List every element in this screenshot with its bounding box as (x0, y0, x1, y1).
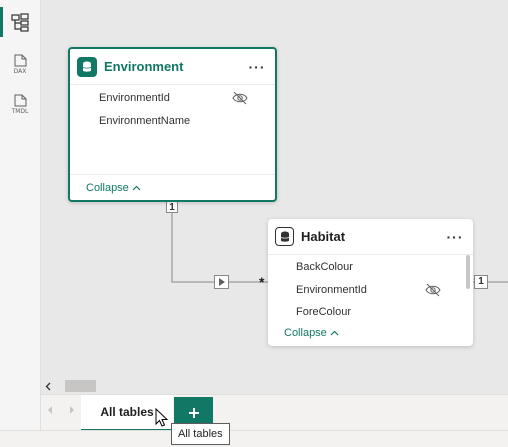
collapse-button[interactable]: Collapse (86, 182, 141, 194)
status-strip (0, 430, 508, 447)
card-title: Environment (104, 59, 184, 74)
scroll-left-arrow-icon[interactable] (41, 378, 55, 394)
chevron-up-icon (330, 330, 339, 336)
tmdl-view-button[interactable]: TMDL (0, 85, 40, 123)
hidden-eye-icon[interactable] (232, 91, 248, 105)
collapse-label: Collapse (86, 182, 129, 194)
hidden-eye-icon[interactable] (425, 283, 441, 297)
cardinality-many-badge: * (259, 274, 265, 290)
tmdl-icon: TMDL (11, 94, 29, 115)
field-environmentid[interactable]: EnvironmentId (296, 284, 367, 296)
model-view-button[interactable] (0, 3, 40, 41)
scrollbar-thumb[interactable] (65, 380, 96, 392)
tab-tooltip: All tables (171, 423, 230, 445)
collapse-label: Collapse (284, 327, 327, 339)
card-header[interactable]: Habitat ··· (268, 219, 473, 255)
tab-next-icon[interactable] (69, 405, 75, 418)
card-scrollbar-thumb[interactable] (466, 255, 470, 289)
table-icon (275, 227, 294, 246)
collapse-button[interactable]: Collapse (284, 327, 339, 339)
left-rail: DAX TMDL (0, 0, 41, 447)
cardinality-one-badge: 1 (166, 201, 178, 213)
card-header[interactable]: Environment ··· (70, 49, 275, 85)
card-title: Habitat (301, 229, 346, 244)
field-forecolour[interactable]: ForeColour (296, 306, 351, 318)
field-backcolour[interactable]: BackColour (296, 261, 353, 273)
tab-prev-icon[interactable] (47, 405, 53, 418)
card-footer-divider (70, 174, 275, 175)
horizontal-scrollbar[interactable] (41, 378, 508, 394)
table-icon (77, 56, 97, 77)
dax-label: DAX (14, 68, 27, 75)
more-options-button[interactable]: ··· (443, 227, 467, 247)
dax-query-icon: DAX (14, 54, 27, 75)
offscreen-cardinality-badge: 1 (474, 275, 488, 289)
plus-icon (188, 408, 199, 418)
model-canvas[interactable]: 1 * 1 Environment ··· EnvironmentId Envi… (41, 0, 508, 378)
filter-direction-arrow[interactable] (214, 275, 229, 289)
model-diagram-icon (11, 13, 29, 32)
layout-tab-bar: All tables (41, 394, 508, 431)
chevron-up-icon (132, 185, 141, 191)
triangle-right-icon (218, 278, 225, 286)
tmdl-label: TMDL (11, 108, 29, 115)
more-options-button[interactable]: ··· (245, 57, 269, 77)
dax-query-view-button[interactable]: DAX (0, 45, 40, 83)
table-card-habitat[interactable]: Habitat ··· BackColour EnvironmentId For… (268, 219, 473, 346)
mouse-cursor-icon (155, 408, 169, 427)
field-environmentname[interactable]: EnvironmentName (99, 115, 190, 127)
field-environmentid[interactable]: EnvironmentId (99, 92, 170, 104)
table-card-environment[interactable]: Environment ··· EnvironmentId Environmen… (68, 47, 277, 202)
